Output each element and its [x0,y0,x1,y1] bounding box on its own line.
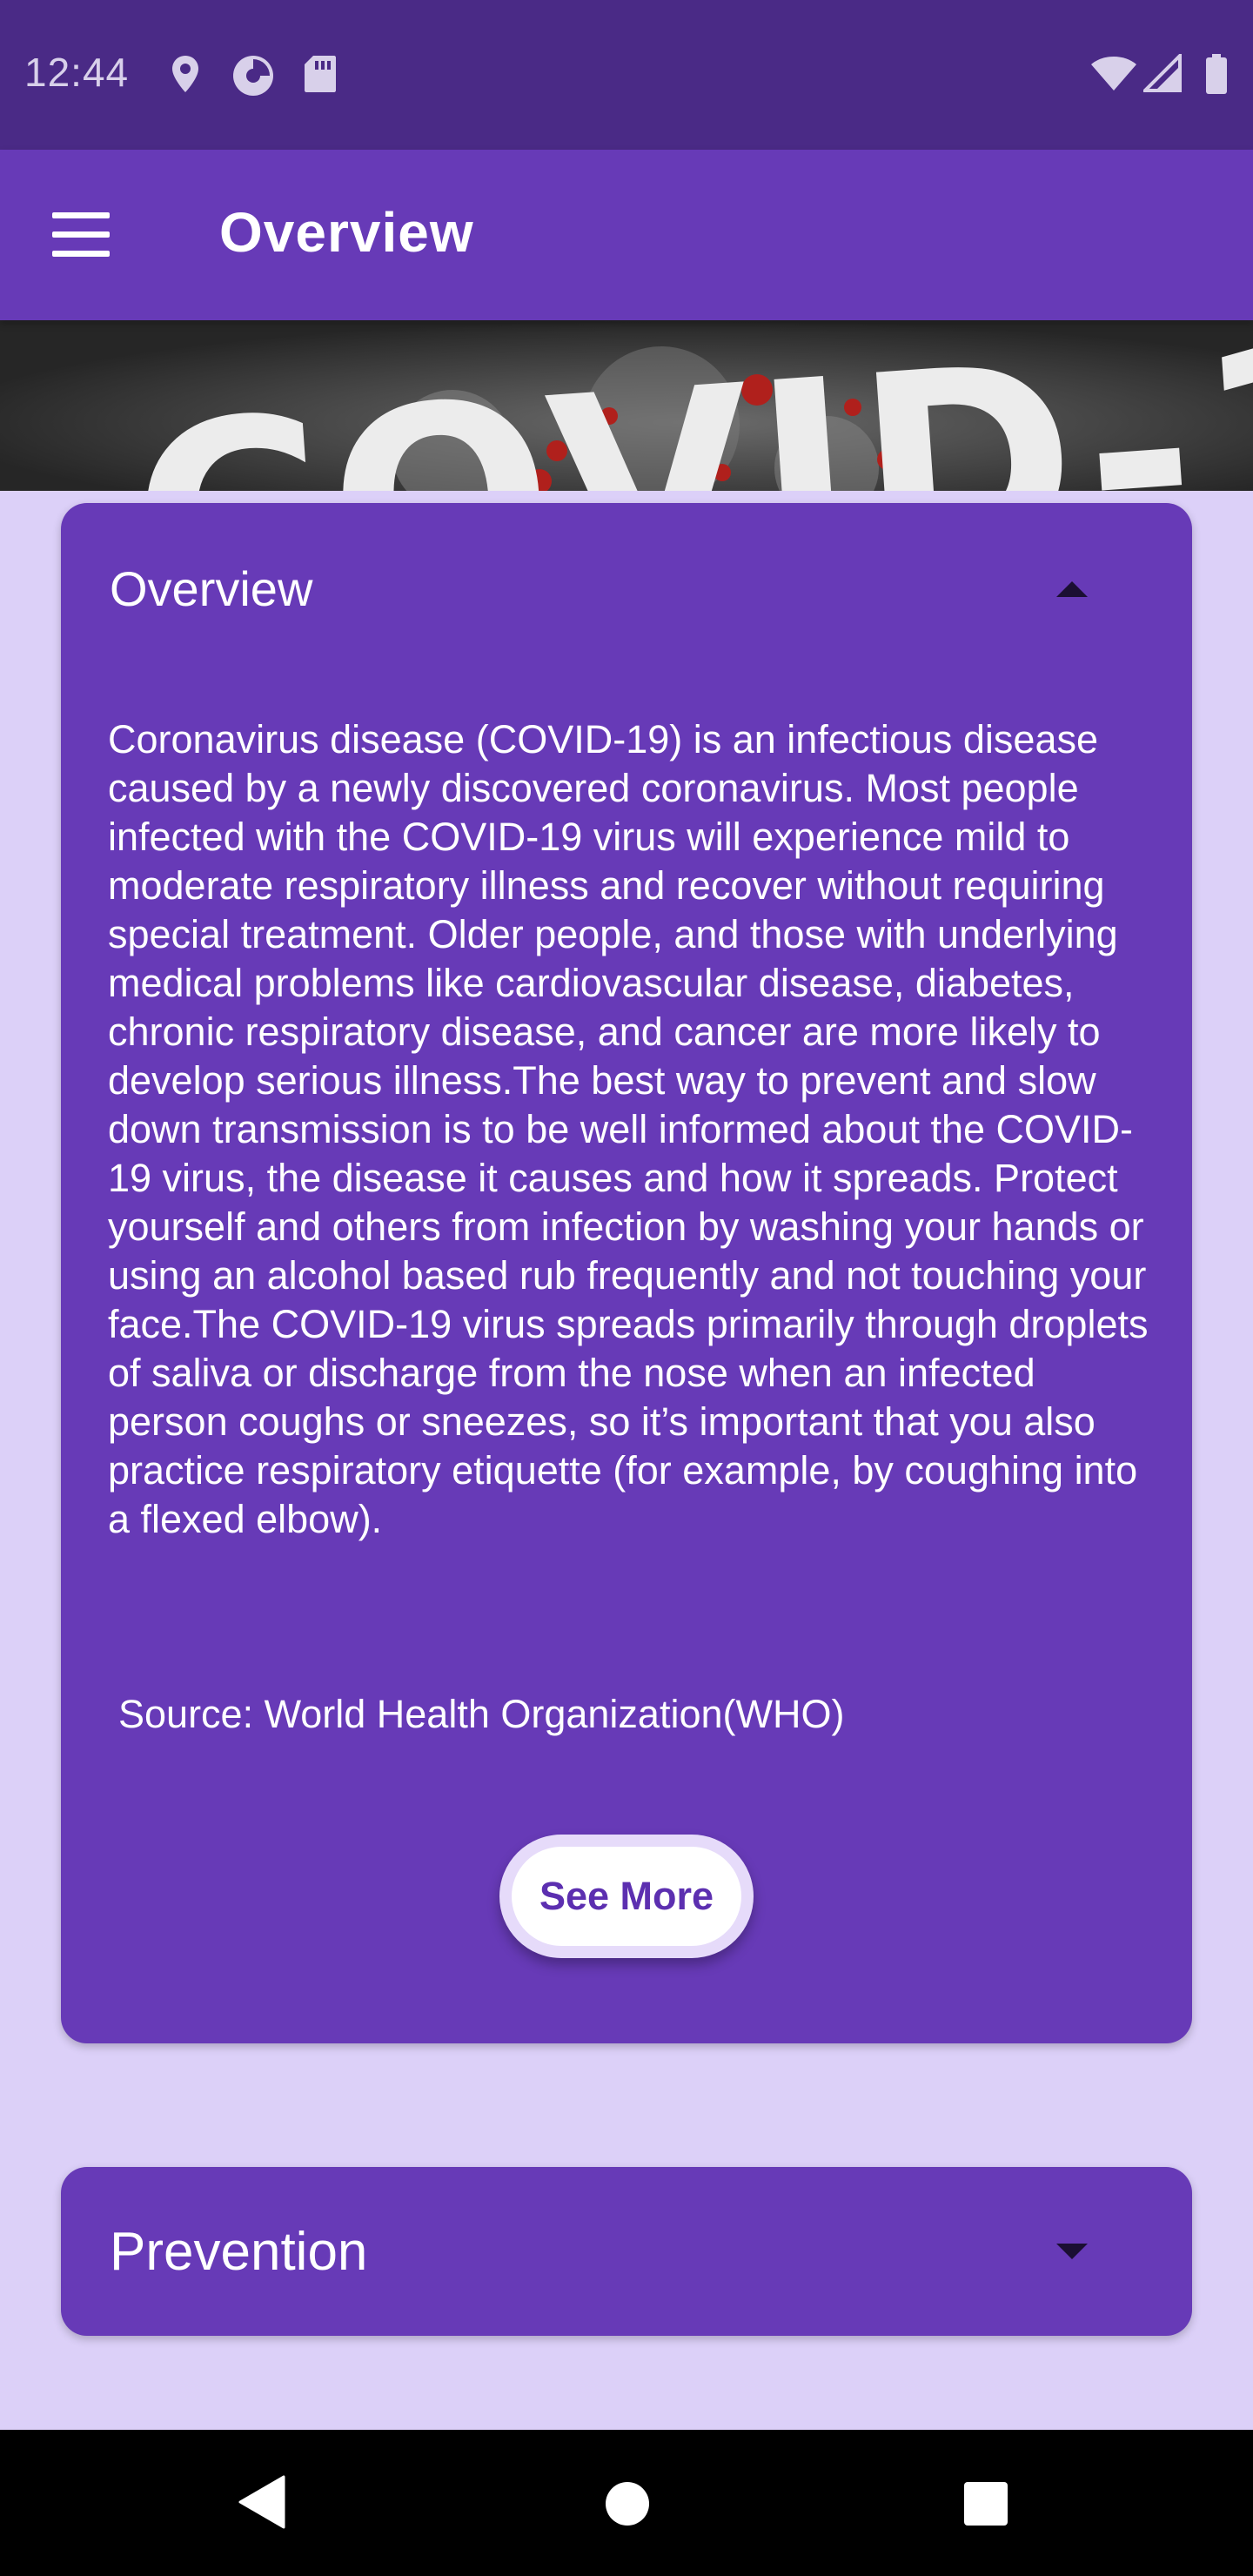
source-text: Source: World Health Organization(WHO) [118,1692,845,1736]
expand-arrow-icon[interactable] [1056,2244,1088,2259]
wifi-icon [1091,57,1136,91]
overview-card: Overview Coronavirus disease (COVID-19) … [61,503,1192,2043]
data-saver-icon [233,56,273,96]
battery-icon [1206,54,1227,94]
status-bar: 12:44 [0,0,1253,150]
hamburger-menu-icon[interactable] [52,212,110,258]
overview-card-title[interactable]: Overview [110,560,312,617]
recents-icon[interactable] [964,2482,1008,2526]
system-nav-bar [0,2430,1253,2576]
home-icon[interactable] [606,2482,649,2526]
status-time: 12:44 [24,50,130,95]
prevention-card-title[interactable]: Prevention [110,2221,367,2283]
prevention-card[interactable]: Prevention [61,2167,1192,2336]
see-more-button[interactable]: See More [499,1835,754,1958]
location-icon [172,56,198,92]
covid-banner-image: COVID-19 [0,320,1253,491]
app-bar: Overview [0,150,1253,320]
page-title: Overview [219,201,474,264]
signal-icon [1143,54,1182,92]
sd-card-icon [305,56,336,92]
overview-description: Coronavirus disease (COVID-19) is an inf… [108,717,1149,1541]
collapse-arrow-icon[interactable] [1056,581,1088,597]
back-icon[interactable] [237,2475,285,2529]
